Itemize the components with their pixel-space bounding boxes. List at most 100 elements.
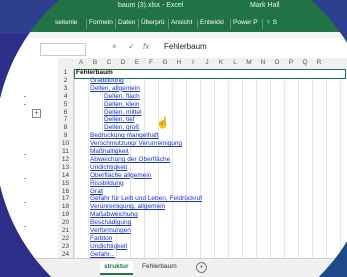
outline-expand-icon[interactable]: + [32,109,41,118]
tell-me-search[interactable]: ♀ S [266,19,277,26]
tab-daten[interactable]: Daten [118,19,135,26]
row-number[interactable]: 7 [58,116,73,123]
sheet-tab-fehlerbaum[interactable]: Fehlerbaum [138,261,181,273]
tab-separator [197,19,198,29]
tab-power-pivot[interactable]: Power P [233,19,258,26]
column-header-g[interactable]: G [160,59,170,66]
row-number[interactable]: 3 [58,85,73,92]
hyperlink-cell[interactable]: Gratbildung [90,77,124,84]
hyperlink-cell[interactable]: Verunreinigung, allgemein [90,203,165,210]
row-number[interactable]: 18 [58,203,73,210]
column-header-l[interactable]: L [230,59,240,66]
row-number[interactable]: 11 [58,148,73,155]
row-number[interactable]: 24 [58,251,73,258]
hyperlink-cell[interactable]: Beschädigung [90,219,131,226]
outline-dot [24,154,26,155]
name-box[interactable] [40,43,86,56]
row-number[interactable]: 22 [58,235,73,242]
sheet-tab-struktur[interactable]: struktur [100,261,133,275]
cancel-icon[interactable]: × [112,42,117,51]
row-number[interactable]: 13 [58,164,73,171]
hyperlink-cell[interactable]: Verschmutzung/ Verunreinigung [90,140,182,147]
column-header-h[interactable]: H [174,59,184,66]
hyperlink-cell[interactable]: Dellen, mittel [104,109,142,116]
row-number[interactable]: 5 [58,101,73,108]
row-number[interactable]: 12 [58,156,73,163]
enter-icon[interactable]: ✓ [128,42,135,51]
hyperlink-cell[interactable]: Bedruckung mangelhaft [90,132,159,139]
column-header-c[interactable]: C [104,59,114,66]
tab-separator [138,19,139,29]
row-number[interactable]: 19 [58,211,73,218]
column-header-q[interactable]: Q [300,59,310,66]
column-header-b[interactable]: B [90,59,100,66]
column-header-e[interactable]: E [132,59,142,66]
hyperlink-cell[interactable]: Dellen, klein [104,101,139,108]
tab-separator [230,19,231,29]
tab-formeln[interactable]: Formeln [89,19,113,26]
tab-separator [262,19,263,29]
outline-dot [24,202,26,203]
row-number[interactable]: 21 [58,227,73,234]
sheet-title-cell[interactable]: Fehlerbaum [76,69,113,76]
insert-function-icon[interactable]: fx [143,42,149,51]
tab-separator [86,19,87,29]
column-header-o[interactable]: O [272,59,282,66]
row-number[interactable]: 6 [58,109,73,116]
hand-cursor-icon: ☝ [156,117,170,129]
row-number[interactable]: 15 [58,180,73,187]
hyperlink-cell[interactable]: Dellen, groß [104,124,139,131]
hyperlink-cell[interactable]: Maßhaltigkeit [90,148,129,155]
column-header-r[interactable]: R [314,59,324,66]
row-number[interactable]: 20 [58,219,73,226]
row-number[interactable]: 1 [58,69,73,76]
outline-dot [24,226,26,227]
hyperlink-cell[interactable]: Dellen, allgemein [90,85,140,92]
column-header-m[interactable]: M [244,59,254,66]
hyperlink-cell[interactable]: Verformungen [90,227,131,234]
hyperlink-cell[interactable]: Farbton [90,235,112,242]
column-header-n[interactable]: N [258,59,268,66]
formula-input[interactable]: Fehlerbaum [164,42,207,51]
hyperlink-cell[interactable]: Dellen, flach [104,93,140,100]
row-number[interactable]: 17 [58,195,73,202]
hyperlink-cell[interactable]: Abweichung der Oberfläche [90,156,170,163]
row-number[interactable]: 16 [58,188,73,195]
tab-seitenlayout[interactable]: seitenle [55,19,77,26]
tab-separator [168,19,169,29]
column-header-a[interactable]: A [76,59,86,66]
column-header-d[interactable]: D [118,59,128,66]
hyperlink-cell[interactable]: Undichtigkeit [90,164,127,171]
add-sheet-button[interactable]: + [196,262,207,273]
row-number[interactable]: 9 [58,132,73,139]
tab-entwicklertools[interactable]: Entwickl [200,19,224,26]
outline-dot [24,104,26,105]
tab-ansicht[interactable]: Ansicht [171,19,192,26]
row-number[interactable]: 10 [58,140,73,147]
hyperlink-cell[interactable]: Rissbildung [90,180,124,187]
excel-window: baum (3).xlsx - Excel Mark Hall seitenle… [0,0,347,277]
column-header-k[interactable]: K [216,59,226,66]
row-number[interactable]: 8 [58,124,73,131]
hyperlink-cell[interactable]: Oberfläche allgemein [90,172,151,179]
hyperlink-cell[interactable]: Grat [90,188,103,195]
row-number[interactable]: 14 [58,172,73,179]
row-headers: 1 2 3 4 5 6 7 8 9 10 11 12 13 14 15 16 17 18 19 20 21 22 23 24 [58,69,74,259]
hyperlink-cell[interactable]: Undichtigkeit [90,243,127,250]
hyperlink-cell[interactable]: Dellen, tief [104,116,135,123]
column-header-f[interactable]: F [146,59,156,66]
formula-bar: × ✓ fx Fehlerbaum [0,38,347,59]
column-header-p[interactable]: P [286,59,296,66]
hyperlink-cell[interactable]: Gefahr... [90,251,115,258]
tab-ueberpruefen[interactable]: Überprü [141,19,164,26]
user-name: Mark Hall [250,2,280,9]
column-header-j[interactable]: J [202,59,212,66]
sheet-tab-bar: struktur Fehlerbaum + [0,258,347,277]
column-header-i[interactable]: I [188,59,198,66]
row-number[interactable]: 4 [58,93,73,100]
row-number[interactable]: 2 [58,77,73,84]
tab-separator [115,19,116,29]
row-number[interactable]: 23 [58,243,73,250]
hyperlink-cell[interactable]: Gefahr für Leib und Leben, Feldrückruf [90,195,202,202]
hyperlink-cell[interactable]: Maßabweichung [90,211,138,218]
